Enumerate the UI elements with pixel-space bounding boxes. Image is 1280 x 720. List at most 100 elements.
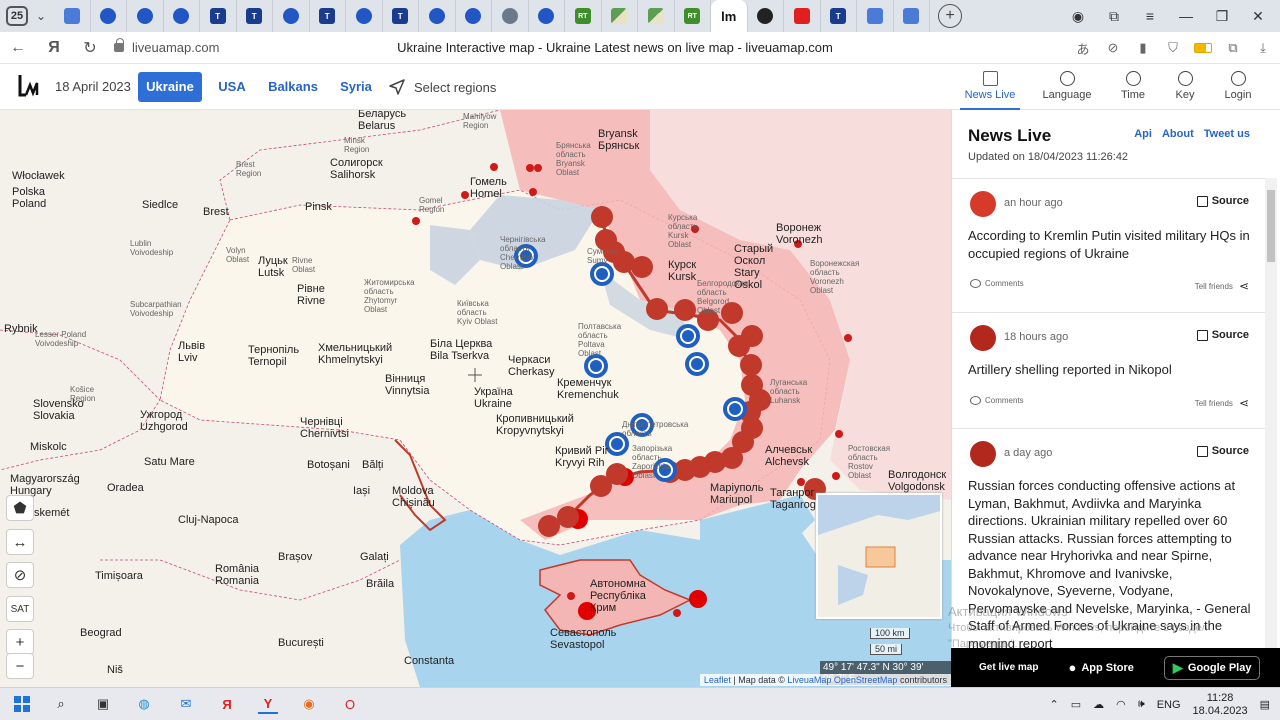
windows-start-icon[interactable] (12, 694, 32, 714)
tab-counter[interactable]: 25 (6, 6, 28, 26)
language-indicator[interactable]: ENG (1157, 699, 1181, 711)
close-icon[interactable]: ✕ (1240, 8, 1276, 25)
tab-news-live[interactable]: News Live (960, 68, 1020, 110)
leaflet-link[interactable]: Leaflet (704, 675, 731, 685)
opera-icon[interactable]: O (340, 694, 360, 714)
menu-icon[interactable]: ≡ (1132, 8, 1168, 24)
profile-icon[interactable]: ◉ (1060, 8, 1096, 25)
browser-tab[interactable] (164, 0, 200, 32)
yandex-icon[interactable]: Я (217, 694, 237, 714)
browser-tab-strip: 25 ⌄ T T T T RT RT lm T + ◉ ⧉ ≡ — ❐ ✕ (0, 0, 1280, 32)
browser-tab[interactable] (602, 0, 638, 32)
new-tab-button[interactable]: + (938, 4, 962, 28)
browser-tab[interactable] (346, 0, 383, 32)
scrollbar-thumb[interactable] (1267, 190, 1275, 262)
tab-time[interactable]: Time (1103, 68, 1163, 110)
region-ukraine[interactable]: Ukraine (138, 72, 202, 102)
region-syria[interactable]: Syria (334, 72, 378, 102)
news-item[interactable]: 18 hours ago Source Artillery shelling r… (952, 312, 1265, 428)
source-link[interactable]: Source (1196, 329, 1249, 341)
tab-language[interactable]: Language (1037, 68, 1097, 110)
cloud-icon[interactable]: ☁ (1093, 698, 1104, 711)
app-store-button[interactable]: ● App Store (1060, 656, 1141, 680)
tweet-us-link[interactable]: Tweet us (1204, 128, 1250, 140)
tab-login[interactable]: Login (1208, 68, 1268, 110)
browser-tab[interactable]: RT (565, 0, 602, 32)
browser-tab[interactable] (638, 0, 675, 32)
news-item[interactable]: an hour ago Source According to Kremlin … (952, 178, 1265, 312)
region-balkans[interactable]: Balkans (262, 72, 324, 102)
api-link[interactable]: Api (1134, 128, 1152, 140)
source-link[interactable]: Source (1196, 445, 1249, 457)
liveuamap-logo[interactable] (17, 73, 39, 101)
firefox-icon[interactable]: ◉ (299, 694, 319, 714)
browser-tab[interactable]: RT (675, 0, 711, 32)
browser-tab[interactable] (784, 0, 821, 32)
comments-link[interactable]: Comments (970, 279, 1024, 288)
restore-icon[interactable]: ❐ (1204, 8, 1240, 25)
hide-layer-button[interactable]: ⊘ (7, 563, 33, 587)
browser-tab[interactable] (127, 0, 164, 32)
about-link[interactable]: About (1162, 128, 1194, 140)
tell-friends-button[interactable]: Tell friends ⋖ (1195, 396, 1249, 410)
browser-tab[interactable] (529, 0, 565, 32)
browser-tab[interactable] (894, 0, 930, 32)
download-icon[interactable]: ⤓ (1254, 40, 1272, 56)
collections-icon[interactable]: ⧉ (1096, 8, 1132, 25)
clock[interactable]: 11:28 18.04.2023 (1193, 692, 1248, 718)
tab-key[interactable]: Key (1155, 68, 1215, 110)
browser-tab[interactable] (273, 0, 310, 32)
browser-tab[interactable]: T (821, 0, 857, 32)
shield-icon[interactable]: ⛉ (1164, 40, 1182, 56)
block-icon[interactable]: ⊘ (1104, 40, 1122, 56)
select-regions-button[interactable]: Select regions (388, 78, 496, 96)
browser-tab[interactable] (748, 0, 784, 32)
browser-tab[interactable]: T (237, 0, 273, 32)
browser-tab[interactable] (456, 0, 492, 32)
browser-tab[interactable] (857, 0, 894, 32)
network-icon[interactable]: ▭ (1071, 698, 1081, 711)
chevron-down-icon[interactable]: ⌄ (28, 9, 54, 23)
measure-button[interactable]: ↔ (7, 530, 33, 554)
zoom-in-button[interactable]: + (7, 630, 33, 654)
back-icon[interactable]: ← (0, 39, 36, 57)
bookmark-icon[interactable]: ▮ (1134, 40, 1152, 56)
browser-tab[interactable]: T (200, 0, 237, 32)
browser-tab[interactable] (91, 0, 127, 32)
minimize-icon[interactable]: — (1168, 8, 1204, 24)
satellite-button[interactable]: SAT (7, 597, 33, 621)
browser-tab[interactable]: lm (711, 0, 748, 32)
wifi-icon[interactable]: ◠ (1116, 698, 1126, 711)
browser-tab[interactable] (492, 0, 529, 32)
browser-tab[interactable]: T (383, 0, 419, 32)
source-link[interactable]: Source (1196, 195, 1249, 207)
yandex-browser-icon[interactable]: Y (258, 694, 278, 714)
interactive-map[interactable]: Bryansk Брянськ Брянська область Bryansk … (0, 110, 951, 687)
external-link-icon (1196, 445, 1208, 457)
browser-tab[interactable]: T (310, 0, 346, 32)
volume-icon[interactable]: 🕪 (1138, 698, 1145, 711)
browser-tab[interactable] (54, 0, 91, 32)
notifications-icon[interactable]: ▤ (1260, 698, 1270, 711)
extensions-icon[interactable]: ⧉ (1224, 40, 1242, 56)
browser-tab[interactable] (419, 0, 456, 32)
draw-shape-button[interactable]: ⬟ (7, 496, 33, 520)
sidebar-scrollbar[interactable] (1265, 178, 1277, 658)
translate-icon[interactable]: あ (1074, 39, 1092, 58)
tell-friends-button[interactable]: Tell friends ⋖ (1195, 279, 1249, 293)
minimap[interactable] (816, 493, 942, 619)
zoom-out-button[interactable]: − (7, 654, 33, 678)
chevron-up-icon[interactable]: ⌃ (1050, 698, 1059, 711)
reload-icon[interactable]: ↻ (72, 38, 108, 58)
task-view-icon[interactable]: ▣ (93, 694, 113, 714)
search-icon[interactable]: ⌕ (51, 694, 71, 714)
url-field[interactable]: liveuamap.com (114, 38, 219, 55)
region-usa[interactable]: USA (212, 72, 252, 102)
mail-icon[interactable]: ✉ (176, 694, 196, 714)
yandex-icon[interactable]: Я (36, 39, 72, 57)
comments-link[interactable]: Comments (970, 396, 1024, 405)
clock-time: 11:28 (1206, 691, 1234, 704)
liveuamap-osm-link[interactable]: LiveuaMap OpenStreetMap (787, 675, 897, 685)
edge-icon[interactable]: ◍ (134, 694, 154, 714)
google-play-button[interactable]: ▶ Google Play (1163, 655, 1261, 680)
